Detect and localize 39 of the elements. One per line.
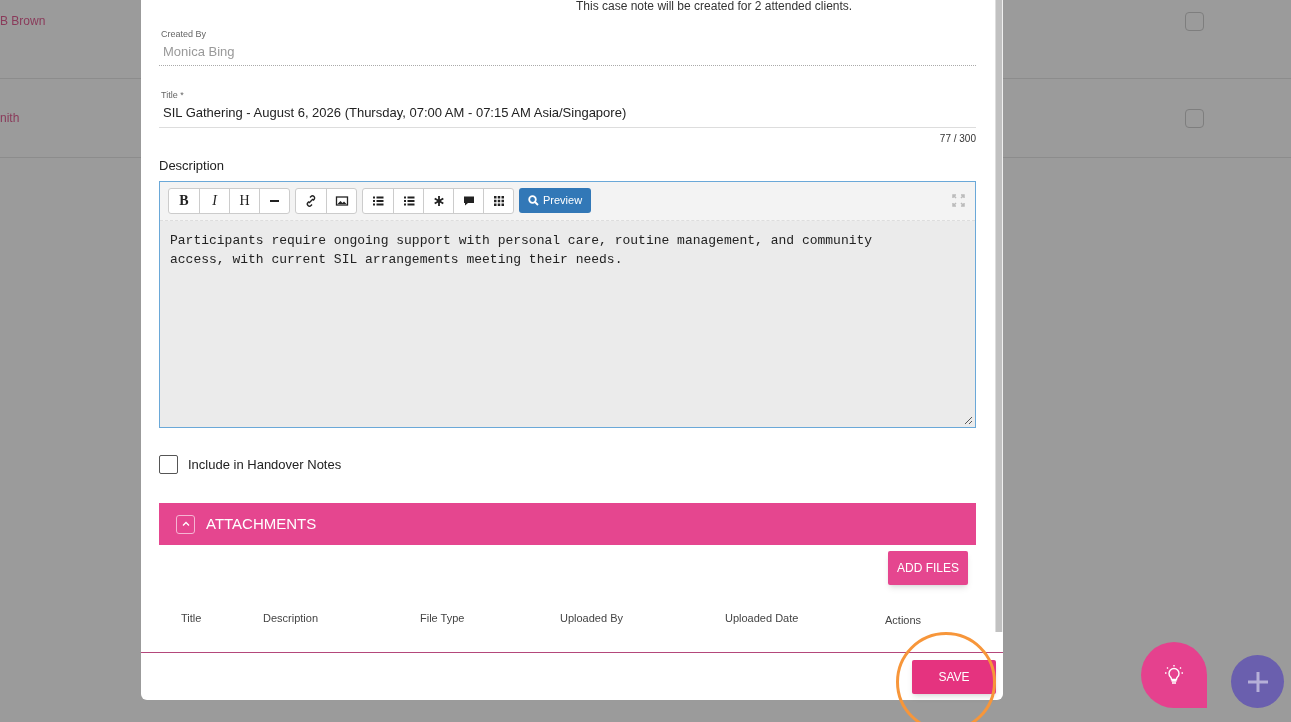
minus-icon: [270, 199, 279, 202]
scrollbar[interactable]: [996, 0, 1002, 632]
notice-text: This case note will be created for 2 attended clients.: [576, 0, 853, 12]
toolbar-button[interactable]: H: [229, 188, 259, 213]
created-by-value: Monica Bing: [162, 42, 236, 61]
plus-icon: [1246, 670, 1269, 693]
checkbox[interactable]: [159, 454, 178, 474]
preview-button[interactable]: Preview: [519, 188, 592, 213]
checkbox-label: Include in Handover Notes: [188, 455, 342, 474]
toolbar-button[interactable]: B: [169, 188, 199, 213]
title-field[interactable]: SIL Gathering - August 6, 2026 (Thursday, 07:00 AM - 07:15 AM Asia/Singapore): [159, 102, 976, 128]
save-button[interactable]: SAVE: [912, 660, 996, 694]
lightbulb-icon: [1162, 663, 1186, 687]
chevron-up-icon[interactable]: [176, 514, 195, 534]
image-icon: [334, 193, 349, 208]
client-name[interactable]: nith: [0, 109, 20, 127]
column-header: Description: [263, 611, 319, 626]
character-counter: 77 / 300: [939, 132, 976, 146]
resize-handle-icon[interactable]: [964, 415, 973, 425]
column-header: Uploaded Date: [725, 611, 799, 626]
add-files-button[interactable]: ADD FILES: [888, 551, 968, 585]
toolbar-button[interactable]: I: [199, 188, 229, 213]
column-header: Title: [181, 611, 202, 626]
grid-icon: [491, 193, 506, 208]
field-label: Description: [159, 157, 225, 175]
checkbox[interactable]: [1185, 12, 1204, 31]
field-label: Created By: [160, 28, 208, 41]
column-header: Uploaded By: [560, 611, 623, 626]
column-header: File Type: [420, 611, 465, 626]
search-icon: [528, 195, 539, 206]
client-name[interactable]: B Brown: [0, 12, 46, 30]
checkbox[interactable]: [1185, 108, 1204, 128]
column-header: Actions: [885, 613, 922, 628]
section-title: ATTACHMENTS: [206, 513, 317, 534]
add-button[interactable]: [1231, 655, 1284, 708]
description-text[interactable]: Participants require ongoing support with personal care, routine management, and community access, with current SIL arrangements meeting their needs.: [170, 230, 930, 269]
section-header[interactable]: ATTACHMENTS: [159, 503, 976, 545]
link-icon: [304, 193, 318, 208]
field-label: Title *: [160, 89, 185, 102]
